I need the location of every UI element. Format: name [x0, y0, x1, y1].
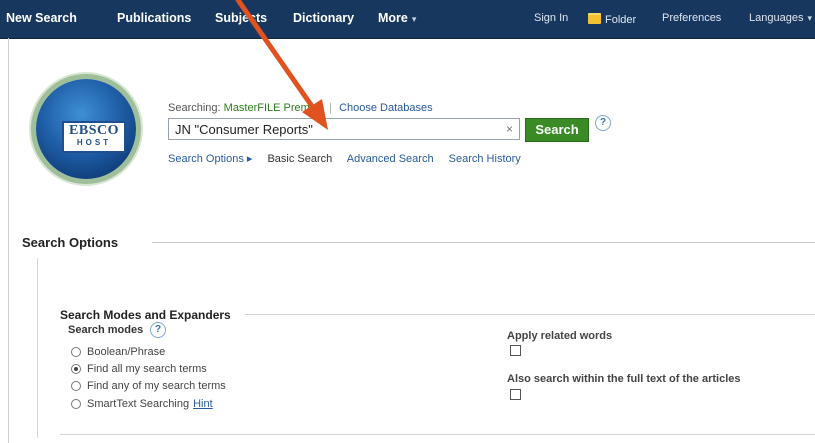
top-nav-bar: New Search Publications Subjects Diction… — [0, 0, 815, 39]
apply-related-words-checkbox[interactable] — [510, 345, 521, 356]
searching-database: MasterFILE Premier — [223, 102, 323, 114]
searching-label: Searching: — [168, 102, 221, 114]
search-input[interactable] — [169, 119, 495, 139]
radio-find-all[interactable]: Find all my search terms — [71, 363, 207, 375]
apply-related-words-label: Apply related words — [507, 330, 613, 342]
search-options-title: Search Options — [22, 235, 119, 250]
nav-subjects[interactable]: Subjects — [215, 11, 267, 25]
nav-dictionary[interactable]: Dictionary — [293, 11, 354, 25]
radio-button[interactable] — [71, 347, 81, 357]
advanced-search-link[interactable]: Advanced Search — [347, 153, 434, 165]
nav-new-search[interactable]: New Search — [6, 11, 77, 25]
radio-button[interactable] — [71, 381, 81, 391]
page-frame-left — [8, 38, 9, 443]
nav-sign-in[interactable]: Sign In — [534, 12, 568, 24]
radio-find-any[interactable]: Find any of my search terms — [71, 380, 226, 392]
caret-down-icon: ▾ — [807, 13, 812, 23]
separator: | — [329, 102, 332, 114]
choose-databases-link[interactable]: Choose Databases — [339, 102, 433, 114]
search-options-link[interactable]: Search Options ▸ — [168, 153, 252, 165]
nav-languages[interactable]: Languages ▾ — [749, 12, 812, 24]
search-links-row: Search Options ▸ Basic Search Advanced S… — [168, 152, 533, 165]
caret-down-icon: ▾ — [411, 14, 417, 24]
radio-label: SmartText Searching — [87, 398, 190, 410]
clear-search-icon[interactable]: × — [506, 122, 513, 136]
nav-folder[interactable]: Folder — [588, 12, 636, 26]
searching-line: Searching: MasterFILE Premier | Choose D… — [168, 102, 433, 114]
search-button[interactable]: Search — [525, 118, 589, 142]
radio-button[interactable] — [71, 364, 81, 374]
logo-text-host: HOST — [76, 138, 112, 147]
ebsco-logo-badge: EBSCO HOST — [62, 121, 126, 153]
search-history-link[interactable]: Search History — [449, 153, 521, 165]
nav-languages-label: Languages — [749, 12, 804, 24]
full-text-search-checkbox[interactable] — [510, 389, 521, 400]
search-box: × — [168, 118, 520, 140]
nav-folder-label: Folder — [605, 14, 637, 26]
folder-icon — [588, 13, 601, 24]
full-text-search-label: Also search within the full text of the … — [507, 373, 741, 385]
basic-search-link[interactable]: Basic Search — [267, 153, 332, 165]
radio-smarttext[interactable]: SmartText Searching Hint — [71, 398, 213, 410]
section-divider — [245, 314, 815, 315]
nav-more-label: More — [378, 11, 408, 25]
search-modes-label: Search modes — [68, 324, 144, 336]
nav-more[interactable]: More ▾ — [378, 11, 416, 25]
radio-label: Find all my search terms — [87, 363, 207, 375]
nav-publications[interactable]: Publications — [117, 11, 191, 25]
hint-link[interactable]: Hint — [193, 398, 213, 410]
radio-label: Boolean/Phrase — [87, 346, 166, 358]
logo-text-ebsco: EBSCO — [69, 123, 119, 138]
help-icon[interactable]: ? — [595, 115, 611, 131]
section-divider — [152, 242, 815, 243]
radio-button[interactable] — [71, 399, 81, 409]
nav-preferences[interactable]: Preferences — [662, 12, 721, 24]
radio-label: Find any of my search terms — [87, 380, 226, 392]
radio-boolean-phrase[interactable]: Boolean/Phrase — [71, 346, 165, 358]
panel-border-bottom — [60, 434, 815, 435]
panel-border-left — [37, 258, 38, 438]
help-icon[interactable]: ? — [150, 322, 166, 338]
search-modes-expanders-title: Search Modes and Expanders — [60, 308, 231, 322]
